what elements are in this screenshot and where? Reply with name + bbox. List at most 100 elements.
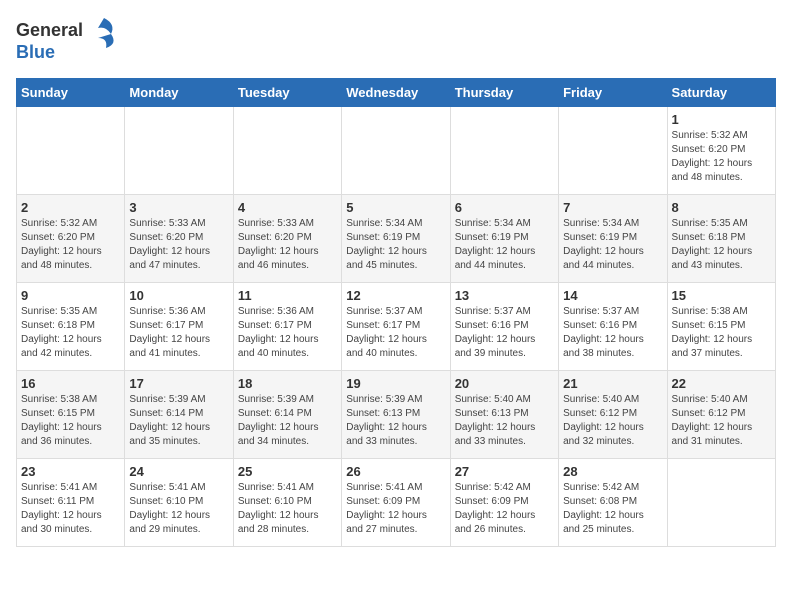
day-number: 11 [238, 288, 337, 303]
calendar-day-23: 23Sunrise: 5:41 AM Sunset: 6:11 PM Dayli… [17, 459, 125, 547]
day-number: 9 [21, 288, 120, 303]
calendar-day-2: 2 Sunrise: 5:32 AM Sunset: 6:20 PM Daylig… [17, 195, 125, 283]
day-info: Sunrise: 5:40 AM Sunset: 6:12 PM Dayligh… [672, 393, 771, 449]
day-number: 10 [129, 288, 228, 303]
calendar-day-6: 6Sunrise: 5:34 AM Sunset: 6:19 PM Daylig… [450, 195, 558, 283]
logo: GeneralBlue [16, 16, 136, 66]
day-info: Sunrise: 5:34 AM Sunset: 6:19 PM Dayligh… [455, 217, 554, 273]
calendar-empty-cell [342, 107, 450, 195]
calendar-empty-cell [450, 107, 558, 195]
day-number: 24 [129, 464, 228, 479]
calendar-day-13: 13 Sunrise: 5:37 AM Sunset: 6:16 PM Dayli… [450, 283, 558, 371]
day-info: Sunrise: 5:41 AM Sunset: 6:10 PM Dayligh… [129, 481, 228, 537]
day-info: Sunrise: 5:41 AM Sunset: 6:10 PM Dayligh… [238, 481, 337, 537]
day-number: 28 [563, 464, 662, 479]
logo-svg: GeneralBlue [16, 16, 136, 66]
weekday-header-thursday: Thursday [450, 79, 558, 107]
day-number: 26 [346, 464, 445, 479]
day-number: 27 [455, 464, 554, 479]
calendar-day-8: 8 Sunrise: 5:35 AM Sunset: 6:18 PM Daylig… [667, 195, 775, 283]
weekday-header-monday: Monday [125, 79, 233, 107]
day-info: Sunrise: 5:41 AM Sunset: 6:09 PM Dayligh… [346, 481, 445, 537]
day-number: 25 [238, 464, 337, 479]
calendar-day-24: 24 Sunrise: 5:41 AM Sunset: 6:10 PM Dayli… [125, 459, 233, 547]
calendar-day-28: 28 Sunrise: 5:42 AM Sunset: 6:08 PM Dayli… [559, 459, 667, 547]
calendar-day-14: 14 Sunrise: 5:37 AM Sunset: 6:16 PM Dayli… [559, 283, 667, 371]
day-info: Sunrise: 5:33 AM Sunset: 6:20 PM Dayligh… [129, 217, 228, 273]
svg-text:Blue: Blue [16, 42, 55, 62]
calendar-day-11: 11 Sunrise: 5:36 AM Sunset: 6:17 PM Dayli… [233, 283, 341, 371]
calendar-week-row: 1 Sunrise: 5:32 AM Sunset: 6:20 PM Daylig… [17, 107, 776, 195]
calendar-day-10: 10 Sunrise: 5:36 AM Sunset: 6:17 PM Dayli… [125, 283, 233, 371]
day-info: Sunrise: 5:37 AM Sunset: 6:16 PM Dayligh… [563, 305, 662, 361]
day-number: 18 [238, 376, 337, 391]
calendar-day-16: 16 Sunrise: 5:38 AM Sunset: 6:15 PM Dayli… [17, 371, 125, 459]
day-info: Sunrise: 5:39 AM Sunset: 6:14 PM Dayligh… [129, 393, 228, 449]
weekday-header-saturday: Saturday [667, 79, 775, 107]
day-number: 12 [346, 288, 445, 303]
calendar-day-3: 3 Sunrise: 5:33 AM Sunset: 6:20 PM Daylig… [125, 195, 233, 283]
day-info: Sunrise: 5:38 AM Sunset: 6:15 PM Dayligh… [672, 305, 771, 361]
day-info: Sunrise: 5:38 AM Sunset: 6:15 PM Dayligh… [21, 393, 120, 449]
calendar-day-4: 4 Sunrise: 5:33 AM Sunset: 6:20 PM Daylig… [233, 195, 341, 283]
calendar-week-row: 2 Sunrise: 5:32 AM Sunset: 6:20 PM Daylig… [17, 195, 776, 283]
calendar-day-19: 19 Sunrise: 5:39 AM Sunset: 6:13 PM Dayli… [342, 371, 450, 459]
day-info: Sunrise: 5:39 AM Sunset: 6:13 PM Dayligh… [346, 393, 445, 449]
calendar-day-15: 15 Sunrise: 5:38 AM Sunset: 6:15 PM Dayli… [667, 283, 775, 371]
day-number: 20 [455, 376, 554, 391]
weekday-header-tuesday: Tuesday [233, 79, 341, 107]
calendar-week-row: 9 Sunrise: 5:35 AM Sunset: 6:18 PM Daylig… [17, 283, 776, 371]
day-info: Sunrise: 5:42 AM Sunset: 6:09 PM Dayligh… [455, 481, 554, 537]
page-header: GeneralBlue [16, 16, 776, 66]
weekday-header-friday: Friday [559, 79, 667, 107]
calendar-day-18: 18 Sunrise: 5:39 AM Sunset: 6:14 PM Dayli… [233, 371, 341, 459]
svg-text:General: General [16, 20, 83, 40]
calendar-table: SundayMondayTuesdayWednesdayThursdayFrid… [16, 78, 776, 547]
calendar-day-26: 26 Sunrise: 5:41 AM Sunset: 6:09 PM Dayli… [342, 459, 450, 547]
calendar-day-1: 1 Sunrise: 5:32 AM Sunset: 6:20 PM Daylig… [667, 107, 775, 195]
day-number: 19 [346, 376, 445, 391]
calendar-day-25: 25 Sunrise: 5:41 AM Sunset: 6:10 PM Dayli… [233, 459, 341, 547]
day-number: 7 [563, 200, 662, 215]
weekday-header-wednesday: Wednesday [342, 79, 450, 107]
day-info: Sunrise: 5:39 AM Sunset: 6:14 PM Dayligh… [238, 393, 337, 449]
day-number: 4 [238, 200, 337, 215]
calendar-day-12: 12 Sunrise: 5:37 AM Sunset: 6:17 PM Dayli… [342, 283, 450, 371]
day-number: 13 [455, 288, 554, 303]
calendar-empty-cell [125, 107, 233, 195]
day-info: Sunrise: 5:34 AM Sunset: 6:19 PM Dayligh… [346, 217, 445, 273]
calendar-empty-cell [233, 107, 341, 195]
day-number: 16 [21, 376, 120, 391]
day-number: 8 [672, 200, 771, 215]
day-number: 22 [672, 376, 771, 391]
day-info: Sunrise: 5:36 AM Sunset: 6:17 PM Dayligh… [129, 305, 228, 361]
day-number: 17 [129, 376, 228, 391]
calendar-day-17: 17 Sunrise: 5:39 AM Sunset: 6:14 PM Dayli… [125, 371, 233, 459]
calendar-empty-cell [17, 107, 125, 195]
day-number: 14 [563, 288, 662, 303]
day-number: 1 [672, 112, 771, 127]
day-info: Sunrise: 5:35 AM Sunset: 6:18 PM Dayligh… [672, 217, 771, 273]
day-number: 3 [129, 200, 228, 215]
day-info: Sunrise: 5:35 AM Sunset: 6:18 PM Dayligh… [21, 305, 120, 361]
calendar-week-row: 16 Sunrise: 5:38 AM Sunset: 6:15 PM Dayli… [17, 371, 776, 459]
day-info: Sunrise: 5:32 AM Sunset: 6:20 PM Dayligh… [21, 217, 120, 273]
day-info: Sunrise: 5:33 AM Sunset: 6:20 PM Dayligh… [238, 217, 337, 273]
weekday-header-row: SundayMondayTuesdayWednesdayThursdayFrid… [17, 79, 776, 107]
day-number: 5 [346, 200, 445, 215]
day-info: Sunrise: 5:36 AM Sunset: 6:17 PM Dayligh… [238, 305, 337, 361]
day-number: 23 [21, 464, 120, 479]
day-info: Sunrise: 5:34 AM Sunset: 6:19 PM Dayligh… [563, 217, 662, 273]
calendar-empty-cell [559, 107, 667, 195]
day-info: Sunrise: 5:42 AM Sunset: 6:08 PM Dayligh… [563, 481, 662, 537]
weekday-header-sunday: Sunday [17, 79, 125, 107]
calendar-week-row: 23Sunrise: 5:41 AM Sunset: 6:11 PM Dayli… [17, 459, 776, 547]
day-info: Sunrise: 5:37 AM Sunset: 6:17 PM Dayligh… [346, 305, 445, 361]
calendar-day-9: 9 Sunrise: 5:35 AM Sunset: 6:18 PM Daylig… [17, 283, 125, 371]
calendar-empty-cell [667, 459, 775, 547]
calendar-day-27: 27 Sunrise: 5:42 AM Sunset: 6:09 PM Dayli… [450, 459, 558, 547]
day-number: 2 [21, 200, 120, 215]
day-number: 15 [672, 288, 771, 303]
day-info: Sunrise: 5:32 AM Sunset: 6:20 PM Dayligh… [672, 129, 771, 185]
day-info: Sunrise: 5:37 AM Sunset: 6:16 PM Dayligh… [455, 305, 554, 361]
